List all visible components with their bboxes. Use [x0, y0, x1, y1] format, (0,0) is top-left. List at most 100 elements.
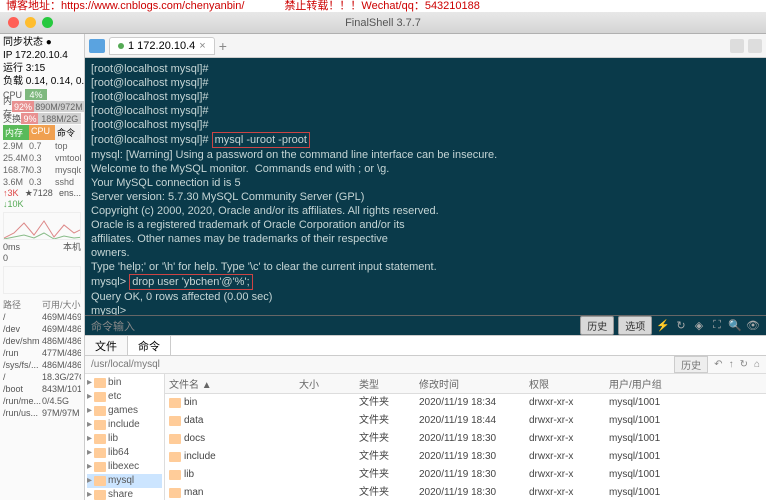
expand-icon[interactable]: ⛶	[710, 319, 724, 332]
folder-icon	[169, 434, 181, 444]
term-line: [root@localhost mysql]#	[91, 118, 760, 132]
uptime-row: 运行 3:15	[3, 62, 81, 75]
chevron-right-icon: ▸	[87, 418, 92, 432]
tree-item[interactable]: ▸share	[87, 488, 162, 500]
tab-close-icon[interactable]: ×	[199, 40, 205, 52]
proc-row: 3.6M0.3sshd	[3, 176, 81, 188]
disk-row: /run/me...0/4.5G	[3, 395, 81, 407]
sync-icon[interactable]: ↻	[674, 319, 688, 332]
tab-files[interactable]: 文件	[85, 336, 128, 355]
swap-bar: 交换9%188M/2G	[3, 113, 81, 124]
chevron-right-icon: ▸	[87, 488, 92, 500]
cmd-placeholder[interactable]: 命令输入	[91, 318, 135, 334]
tab-session[interactable]: 1 172.20.10.4×	[109, 37, 215, 55]
tree-item[interactable]: ▸bin	[87, 376, 162, 390]
term-line: [root@localhost mysql]#	[91, 62, 760, 76]
tree-item[interactable]: ▸etc	[87, 390, 162, 404]
tree-item[interactable]: ▸mysql	[87, 474, 162, 488]
term-line: [root@localhost mysql]#	[91, 90, 760, 104]
toolbar-icon[interactable]	[748, 39, 762, 53]
status-dot-icon	[118, 43, 124, 49]
file-panel: 文件 命令 /usr/local/mysql 历史 ↶ ↑ ↻ ⌂ ▸bin▸e…	[85, 335, 766, 500]
traffic-lights	[8, 17, 53, 28]
chevron-right-icon: ▸	[87, 432, 92, 446]
folder-icon	[169, 488, 181, 498]
banner-url: 博客地址：https://www.cnblogs.com/chenyanbin/	[6, 0, 244, 12]
home-icon[interactable]: ⌂	[754, 359, 760, 370]
file-row[interactable]: include文件夹2020/11/19 18:30drwxr-xr-xmysq…	[165, 448, 766, 466]
folder-icon[interactable]	[89, 39, 105, 53]
toolbar-icon[interactable]	[730, 39, 744, 53]
folder-icon	[94, 406, 106, 416]
folder-icon	[94, 434, 106, 444]
tree-item[interactable]: ▸lib64	[87, 446, 162, 460]
tree-item[interactable]: ▸games	[87, 404, 162, 418]
ip-row: IP 172.20.10.4	[3, 49, 81, 62]
term-line: mysql>	[91, 304, 760, 315]
folder-icon	[94, 462, 106, 472]
disk-row: /run477M/486M	[3, 347, 81, 359]
file-row[interactable]: docs文件夹2020/11/19 18:30drwxr-xr-xmysql/1…	[165, 430, 766, 448]
file-row[interactable]: bin文件夹2020/11/19 18:34drwxr-xr-xmysql/10…	[165, 394, 766, 412]
up-icon[interactable]: ↑	[729, 359, 734, 370]
tab-add-icon[interactable]: +	[219, 38, 227, 54]
disk-row: /boot843M/1014M	[3, 383, 81, 395]
disk-row: /dev469M/486M	[3, 323, 81, 335]
file-list: 文件名 ▲大小类型修改时间权限用户/用户组 bin文件夹2020/11/19 1…	[165, 374, 766, 500]
history-button[interactable]: 历史	[580, 316, 614, 335]
disk-row: /469M/469M	[3, 311, 81, 323]
refresh-icon[interactable]: ↻	[740, 359, 748, 370]
proc-row: 168.7M0.3mysqld	[3, 164, 81, 176]
file-list-header[interactable]: 文件名 ▲大小类型修改时间权限用户/用户组	[165, 374, 766, 394]
term-line: [root@localhost mysql]#	[91, 104, 760, 118]
minimize-icon[interactable]	[25, 17, 36, 28]
proc-header: 内存CPU命令	[3, 125, 81, 140]
term-line: Welcome to the MySQL monitor. Commands e…	[91, 162, 760, 176]
file-row[interactable]: lib文件夹2020/11/19 18:30drwxr-xr-xmysql/10…	[165, 466, 766, 484]
folder-icon	[169, 416, 181, 426]
tree-item[interactable]: ▸include	[87, 418, 162, 432]
folder-icon	[94, 448, 106, 458]
tab-commands[interactable]: 命令	[128, 336, 171, 355]
highlight-cmd: mysql -uroot -proot	[212, 132, 310, 148]
zero-row: 0	[3, 253, 81, 264]
chevron-right-icon: ▸	[87, 404, 92, 418]
file-tabs: 文件 命令	[85, 336, 766, 356]
maximize-icon[interactable]	[42, 17, 53, 28]
tree-item[interactable]: ▸libexec	[87, 460, 162, 474]
sidebar: 同步状态 ● IP 172.20.10.4 运行 3:15 负载 0.14, 0…	[0, 34, 85, 500]
close-icon[interactable]	[8, 17, 19, 28]
folder-icon	[169, 452, 181, 462]
tree-item[interactable]: ▸lib	[87, 432, 162, 446]
net-dn: ↓10K	[3, 199, 81, 210]
file-row[interactable]: man文件夹2020/11/19 18:30drwxr-xr-xmysql/10…	[165, 484, 766, 500]
term-line: Type 'help;' or '\h' for help. Type '\c'…	[91, 260, 760, 274]
search-icon[interactable]: 🔍	[728, 319, 742, 332]
disk-row: /run/us...97M/97M	[3, 407, 81, 419]
banner-note: 禁止转载！！！Wechat/qq：543210188	[284, 0, 479, 12]
current-path[interactable]: /usr/local/mysql	[91, 359, 160, 370]
disk-header: 路径可用/大小	[3, 298, 81, 311]
folder-icon	[169, 398, 181, 408]
folder-icon	[169, 470, 181, 480]
blog-banner: 博客地址：https://www.cnblogs.com/chenyanbin/…	[0, 0, 766, 12]
term-line: Server version: 5.7.30 MySQL Community S…	[91, 190, 760, 204]
highlight-cmd: drop user 'ybchen'@'%';	[129, 274, 252, 290]
sync-status: 同步状态 ●	[3, 36, 81, 49]
terminal[interactable]: [root@localhost mysql]#[root@localhost m…	[85, 58, 766, 315]
load-row: 负载 0.14, 0.14, 0.14	[3, 75, 81, 88]
cpu-bar: CPU4%	[3, 89, 81, 100]
net-graph	[3, 212, 81, 240]
file-row[interactable]: data文件夹2020/11/19 18:44drwxr-xr-xmysql/1…	[165, 412, 766, 430]
term-line: Copyright (c) 2000, 2020, Oracle and/or …	[91, 204, 760, 218]
term-line: affiliates. Other names may be trademark…	[91, 232, 760, 246]
eye-icon[interactable]: 👁	[746, 319, 760, 332]
latency-row: 0ms本机	[3, 242, 81, 253]
options-button[interactable]: 选项	[618, 316, 652, 335]
network-icon[interactable]: ◈	[692, 319, 706, 332]
bolt-icon[interactable]: ⚡	[656, 319, 670, 332]
chevron-right-icon: ▸	[87, 376, 92, 390]
net-up: ↑3K★7128ens...	[3, 188, 81, 199]
back-icon[interactable]: ↶	[714, 359, 722, 370]
history-button[interactable]: 历史	[674, 356, 708, 373]
